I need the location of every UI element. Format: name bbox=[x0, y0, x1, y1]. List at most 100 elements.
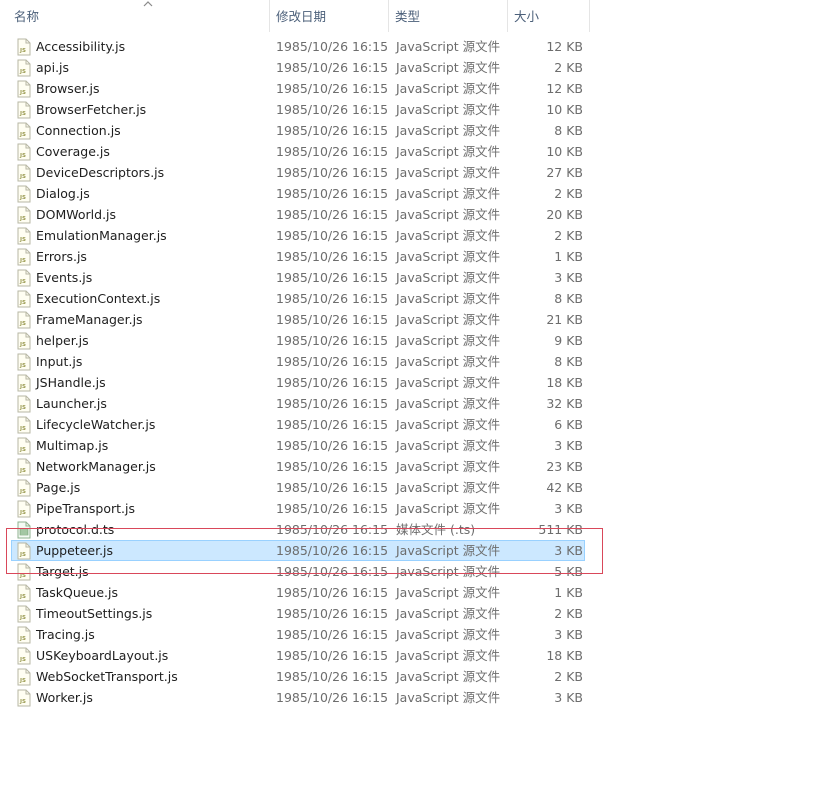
file-name: TimeoutSettings.js bbox=[36, 606, 153, 621]
file-row[interactable]: JS Errors.js 1985/10/26 16:15 JavaScript 源文… bbox=[11, 246, 585, 267]
file-row[interactable]: JS NetworkManager.js 1985/10/26 16:15 JavaS… bbox=[11, 456, 585, 477]
file-size: 3 KB bbox=[554, 627, 583, 642]
file-type: JavaScript 源文件 bbox=[396, 354, 501, 369]
file-type: JavaScript 源文件 bbox=[396, 123, 501, 138]
file-row[interactable]: JS Connection.js 1985/10/26 16:15 JavaScrip… bbox=[11, 120, 585, 141]
file-type: JavaScript 源文件 bbox=[396, 417, 501, 432]
svg-text:JS: JS bbox=[19, 552, 26, 558]
file-date: 1985/10/26 16:15 bbox=[276, 207, 389, 222]
file-date: 1985/10/26 16:15 bbox=[276, 480, 389, 495]
file-row[interactable]: JS Input.js 1985/10/26 16:15 JavaScript 源文件… bbox=[11, 351, 585, 372]
column-header-name[interactable]: 名称 bbox=[8, 0, 270, 32]
js-file-icon: JS bbox=[17, 227, 31, 245]
file-date: 1985/10/26 16:15 bbox=[276, 564, 389, 579]
file-row[interactable]: JS ExecutionContext.js 1985/10/26 16:15 Jav… bbox=[11, 288, 585, 309]
file-row[interactable]: JS JSHandle.js 1985/10/26 16:15 JavaScript … bbox=[11, 372, 585, 393]
file-type: JavaScript 源文件 bbox=[396, 501, 501, 516]
file-name: Multimap.js bbox=[36, 438, 109, 453]
file-row[interactable]: JS Worker.js 1985/10/26 16:15 JavaScript 源文… bbox=[11, 687, 585, 708]
file-row[interactable]: JS Dialog.js 1985/10/26 16:15 JavaScript 源文… bbox=[11, 183, 585, 204]
file-row[interactable]: JS USKeyboardLayout.js 1985/10/26 16:15 Jav… bbox=[11, 645, 585, 666]
svg-text:JS: JS bbox=[19, 426, 26, 432]
file-type: JavaScript 源文件 bbox=[396, 165, 501, 180]
file-row[interactable]: JS Page.js 1985/10/26 16:15 JavaScript 源文件 4… bbox=[11, 477, 585, 498]
file-type: JavaScript 源文件 bbox=[396, 207, 501, 222]
svg-text:JS: JS bbox=[19, 300, 26, 306]
file-type: JavaScript 源文件 bbox=[396, 606, 501, 621]
media-file-icon bbox=[17, 521, 31, 539]
file-type: JavaScript 源文件 bbox=[396, 60, 501, 75]
file-row[interactable]: JS Browser.js 1985/10/26 16:15 JavaScript 源… bbox=[11, 78, 585, 99]
file-row[interactable]: JS Multimap.js 1985/10/26 16:15 JavaScript … bbox=[11, 435, 585, 456]
file-row[interactable]: JS FrameManager.js 1985/10/26 16:15 JavaScr… bbox=[11, 309, 585, 330]
file-row[interactable]: JS Coverage.js 1985/10/26 16:15 JavaScript … bbox=[11, 141, 585, 162]
file-size: 1 KB bbox=[554, 585, 583, 600]
svg-text:JS: JS bbox=[19, 111, 26, 117]
file-type: JavaScript 源文件 bbox=[396, 585, 501, 600]
file-row[interactable]: JS TaskQueue.js 1985/10/26 16:15 JavaScript… bbox=[11, 582, 585, 603]
file-date: 1985/10/26 16:15 bbox=[276, 60, 389, 75]
file-type: JavaScript 源文件 bbox=[396, 459, 501, 474]
file-row[interactable]: JS TimeoutSettings.js 1985/10/26 16:15 Java… bbox=[11, 603, 585, 624]
file-size: 21 KB bbox=[546, 312, 583, 327]
file-date: 1985/10/26 16:15 bbox=[276, 627, 389, 642]
file-size: 3 KB bbox=[554, 543, 583, 558]
file-row[interactable]: JS Events.js 1985/10/26 16:15 JavaScript 源文… bbox=[11, 267, 585, 288]
file-row[interactable]: JS Accessibility.js 1985/10/26 16:15 JavaSc… bbox=[11, 36, 585, 57]
file-date: 1985/10/26 16:15 bbox=[276, 144, 389, 159]
js-file-icon: JS bbox=[17, 374, 31, 392]
file-size: 3 KB bbox=[554, 438, 583, 453]
column-header-type[interactable]: 类型 bbox=[389, 0, 508, 32]
file-size: 2 KB bbox=[554, 606, 583, 621]
column-header-date[interactable]: 修改日期 bbox=[270, 0, 389, 32]
file-type: JavaScript 源文件 bbox=[396, 627, 501, 642]
file-row[interactable]: JS PipeTransport.js 1985/10/26 16:15 JavaSc… bbox=[11, 498, 585, 519]
file-size: 6 KB bbox=[554, 417, 583, 432]
file-name: Target.js bbox=[36, 564, 89, 579]
file-date: 1985/10/26 16:15 bbox=[276, 396, 389, 411]
svg-text:JS: JS bbox=[19, 174, 26, 180]
js-file-icon: JS bbox=[17, 38, 31, 56]
file-date: 1985/10/26 16:15 bbox=[276, 354, 389, 369]
file-row-selected[interactable]: JS Puppeteer.js 1985/10/26 16:15 JavaScript… bbox=[11, 540, 585, 561]
file-name: LifecycleWatcher.js bbox=[36, 417, 156, 432]
file-date: 1985/10/26 16:15 bbox=[276, 690, 389, 705]
js-file-icon: JS bbox=[17, 206, 31, 224]
file-row[interactable]: JS Target.js 1985/10/26 16:15 JavaScript 源文… bbox=[11, 561, 585, 582]
js-file-icon: JS bbox=[17, 647, 31, 665]
svg-text:JS: JS bbox=[19, 447, 26, 453]
file-name: ExecutionContext.js bbox=[36, 291, 161, 306]
file-row[interactable]: JS EmulationManager.js 1985/10/26 16:15 Jav… bbox=[11, 225, 585, 246]
svg-text:JS: JS bbox=[19, 363, 26, 369]
file-row[interactable]: JS DOMWorld.js 1985/10/26 16:15 JavaScript … bbox=[11, 204, 585, 225]
file-size: 3 KB bbox=[554, 501, 583, 516]
file-name: Errors.js bbox=[36, 249, 87, 264]
file-row[interactable]: JS BrowserFetcher.js 1985/10/26 16:15 JavaS… bbox=[11, 99, 585, 120]
svg-text:JS: JS bbox=[19, 384, 26, 390]
js-file-icon: JS bbox=[17, 458, 31, 476]
file-name: EmulationManager.js bbox=[36, 228, 167, 243]
js-file-icon: JS bbox=[17, 542, 31, 560]
file-row[interactable]: JS helper.js 1985/10/26 16:15 JavaScript 源文… bbox=[11, 330, 585, 351]
column-header-size[interactable]: 大小 bbox=[508, 0, 590, 32]
file-name: Accessibility.js bbox=[36, 39, 126, 54]
file-row[interactable]: JS LifecycleWatcher.js 1985/10/26 16:15 Jav… bbox=[11, 414, 585, 435]
file-date: 1985/10/26 16:15 bbox=[276, 165, 389, 180]
file-row[interactable]: protocol.d.ts 1985/10/26 16:15 媒体文件 (.ts) 5… bbox=[11, 519, 585, 540]
file-row[interactable]: JS Tracing.js 1985/10/26 16:15 JavaScript 源… bbox=[11, 624, 585, 645]
js-file-icon: JS bbox=[17, 584, 31, 602]
file-row[interactable]: JS DeviceDescriptors.js 1985/10/26 16:15 Ja… bbox=[11, 162, 585, 183]
file-row[interactable]: JS Launcher.js 1985/10/26 16:15 JavaScript … bbox=[11, 393, 585, 414]
column-header-date-label: 修改日期 bbox=[276, 9, 327, 24]
svg-text:JS: JS bbox=[19, 48, 26, 54]
file-row[interactable]: JS api.js 1985/10/26 16:15 JavaScript 源文件 2 … bbox=[11, 57, 585, 78]
sort-ascending-icon bbox=[143, 1, 153, 7]
svg-text:JS: JS bbox=[19, 636, 26, 642]
file-row[interactable]: JS WebSocketTransport.js 1985/10/26 16:15 J… bbox=[11, 666, 585, 687]
js-file-icon: JS bbox=[17, 437, 31, 455]
file-date: 1985/10/26 16:15 bbox=[276, 648, 389, 663]
file-name: Events.js bbox=[36, 270, 93, 285]
svg-text:JS: JS bbox=[19, 216, 26, 222]
js-file-icon: JS bbox=[17, 248, 31, 266]
file-name: JSHandle.js bbox=[36, 375, 106, 390]
